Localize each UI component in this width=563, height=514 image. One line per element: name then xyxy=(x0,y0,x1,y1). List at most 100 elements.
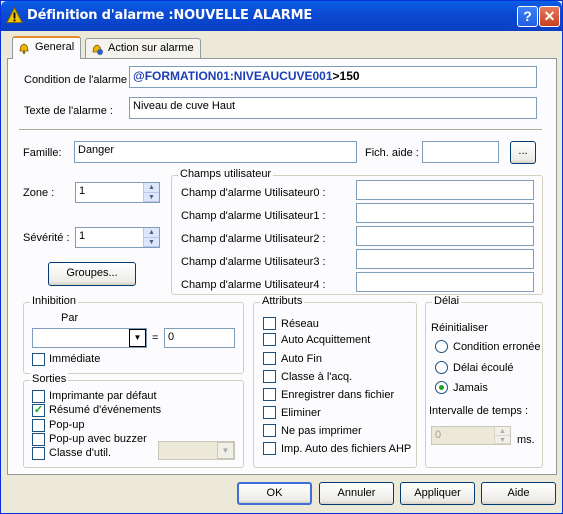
champ-label-3: Champ d'alarme Utilisateur3 : xyxy=(181,256,326,268)
radio-condition-erronee[interactable] xyxy=(435,340,448,353)
title-bar[interactable]: Définition d'alarme :NOUVELLE ALARME ? ✕ xyxy=(1,1,562,31)
tab-action-sur-alarme[interactable]: Action sur alarme xyxy=(85,38,201,59)
intervalle-spin-buttons[interactable]: ▲ ▼ xyxy=(494,427,510,444)
attribut-checkbox-3[interactable] xyxy=(263,370,276,383)
equals-label: = xyxy=(152,332,159,344)
sorties-legend: Sorties xyxy=(30,373,69,385)
severite-spinner[interactable]: 1 ▲ ▼ xyxy=(75,227,160,248)
attribut-label-6: Ne pas imprimer xyxy=(281,425,362,437)
champ-field-4[interactable] xyxy=(356,272,534,292)
champ-field-0[interactable] xyxy=(356,180,534,200)
attribut-label-2: Auto Fin xyxy=(281,353,322,365)
severite-label: Sévérité : xyxy=(23,232,70,244)
tab-general-label: General xyxy=(35,41,75,53)
spin-up-icon[interactable]: ▲ xyxy=(144,228,159,238)
immediate-checkbox[interactable] xyxy=(32,353,45,366)
sortie-label-3: Pop-up avec buzzer xyxy=(49,433,147,445)
condition-field[interactable]: @FORMATION01:NIVEAUCUVE001>150 xyxy=(129,66,537,88)
condition-operator: >150 xyxy=(332,69,360,83)
browse-button[interactable]: ... xyxy=(510,141,536,164)
sortie-label-1: Résumé d'événements xyxy=(49,404,162,416)
classe-combo[interactable]: ▼ xyxy=(158,441,235,460)
famille-label: Famille: xyxy=(23,147,62,159)
spin-down-icon[interactable]: ▼ xyxy=(144,193,159,202)
attribut-label-5: Eliminer xyxy=(281,407,321,419)
zone-spin-buttons[interactable]: ▲ ▼ xyxy=(143,183,159,202)
dialog-window: Définition d'alarme :NOUVELLE ALARME ? ✕… xyxy=(0,0,563,514)
chevron-down-icon[interactable]: ▼ xyxy=(217,442,234,459)
texte-label: Texte de l'alarme : xyxy=(24,105,113,117)
sortie-checkbox-1[interactable]: ✓ xyxy=(32,404,45,417)
window-title: Définition d'alarme :NOUVELLE ALARME xyxy=(27,8,313,23)
reinitialiser-label: Réinitialiser xyxy=(431,322,488,334)
fich-aide-label: Fich. aide : xyxy=(365,147,419,159)
sortie-label-4: Classe d'util. xyxy=(49,447,112,459)
attribut-checkbox-4[interactable] xyxy=(263,388,276,401)
help-button[interactable]: ? xyxy=(517,6,538,27)
alarm-bell-icon xyxy=(19,43,29,54)
tab-general[interactable]: General xyxy=(12,36,82,59)
radio-delai-ecoule[interactable] xyxy=(435,361,448,374)
spin-up-icon[interactable]: ▲ xyxy=(144,183,159,193)
attribut-checkbox-0[interactable] xyxy=(263,317,276,330)
condition-variable: @FORMATION01:NIVEAUCUVE001 xyxy=(133,69,333,83)
radio-jamais[interactable] xyxy=(435,381,448,394)
ok-button[interactable]: OK xyxy=(237,482,312,505)
champ-field-3[interactable] xyxy=(356,249,534,269)
radio-label-2: Jamais xyxy=(453,382,488,394)
attribut-checkbox-1[interactable] xyxy=(263,333,276,346)
attribut-checkbox-7[interactable] xyxy=(263,442,276,455)
severite-spin-buttons[interactable]: ▲ ▼ xyxy=(143,228,159,247)
champ-label-4: Champ d'alarme Utilisateur4 : xyxy=(181,279,326,291)
champ-label-2: Champ d'alarme Utilisateur2 : xyxy=(181,233,326,245)
attribut-checkbox-6[interactable] xyxy=(263,424,276,437)
appliquer-button[interactable]: Appliquer xyxy=(400,482,475,505)
close-button[interactable]: ✕ xyxy=(539,6,560,27)
champ-field-1[interactable] xyxy=(356,203,534,223)
immediate-label: Immédiate xyxy=(49,353,101,365)
famille-field[interactable]: Danger xyxy=(74,141,357,163)
sortie-label-0: Imprimante par défaut xyxy=(49,390,157,402)
spin-down-icon[interactable]: ▼ xyxy=(495,436,510,444)
sortie-checkbox-0[interactable] xyxy=(32,390,45,403)
fich-aide-field[interactable] xyxy=(422,141,499,163)
inhibition-value-field[interactable]: 0 xyxy=(164,328,235,348)
champ-field-2[interactable] xyxy=(356,226,534,246)
sortie-checkbox-2[interactable] xyxy=(32,419,45,432)
attribut-label-4: Enregistrer dans fichier xyxy=(281,389,395,401)
unit-label: ms. xyxy=(517,434,535,446)
attribut-checkbox-2[interactable] xyxy=(263,352,276,365)
chevron-down-icon[interactable]: ▼ xyxy=(129,329,146,347)
aide-button[interactable]: Aide xyxy=(481,482,556,505)
zone-label: Zone : xyxy=(23,187,55,199)
delai-legend: Délai xyxy=(432,295,462,307)
attribut-checkbox-5[interactable] xyxy=(263,406,276,419)
spin-down-icon[interactable]: ▼ xyxy=(144,238,159,247)
intervalle-value: 0 xyxy=(435,429,442,441)
attributs-legend: Attributs xyxy=(260,295,305,307)
attribut-label-7: Imp. Auto des fichiers AHP xyxy=(281,443,412,455)
separator xyxy=(19,129,542,131)
inhibition-legend: Inhibition xyxy=(30,295,79,307)
intervalle-label: Intervalle de temps : xyxy=(429,405,529,417)
zone-value: 1 xyxy=(79,185,86,197)
warning-icon xyxy=(6,7,23,23)
texte-field[interactable]: Niveau de cuve Haut xyxy=(129,97,537,119)
sortie-checkbox-4[interactable] xyxy=(32,447,45,460)
zone-spinner[interactable]: 1 ▲ ▼ xyxy=(75,182,160,203)
tab-action-label: Action sur alarme xyxy=(108,42,194,54)
spin-up-icon[interactable]: ▲ xyxy=(495,427,510,436)
par-label: Par xyxy=(61,312,79,324)
intervalle-spinner[interactable]: 0 ▲ ▼ xyxy=(431,426,511,445)
condition-label: Condition de l'alarme : xyxy=(24,74,134,86)
radio-label-1: Délai écoulé xyxy=(453,362,514,374)
par-combo[interactable]: ▼ xyxy=(32,328,147,348)
attribut-label-1: Auto Acquittement xyxy=(281,334,371,346)
groupes-button[interactable]: Groupes... xyxy=(48,262,136,286)
radio-label-0: Condition erronée xyxy=(453,341,541,353)
champ-label-0: Champ d'alarme Utilisateur0 : xyxy=(181,187,326,199)
annuler-button[interactable]: Annuler xyxy=(319,482,394,505)
champ-label-1: Champ d'alarme Utilisateur1 : xyxy=(181,210,326,222)
sortie-checkbox-3[interactable] xyxy=(32,433,45,446)
sortie-label-2: Pop-up xyxy=(49,419,85,431)
